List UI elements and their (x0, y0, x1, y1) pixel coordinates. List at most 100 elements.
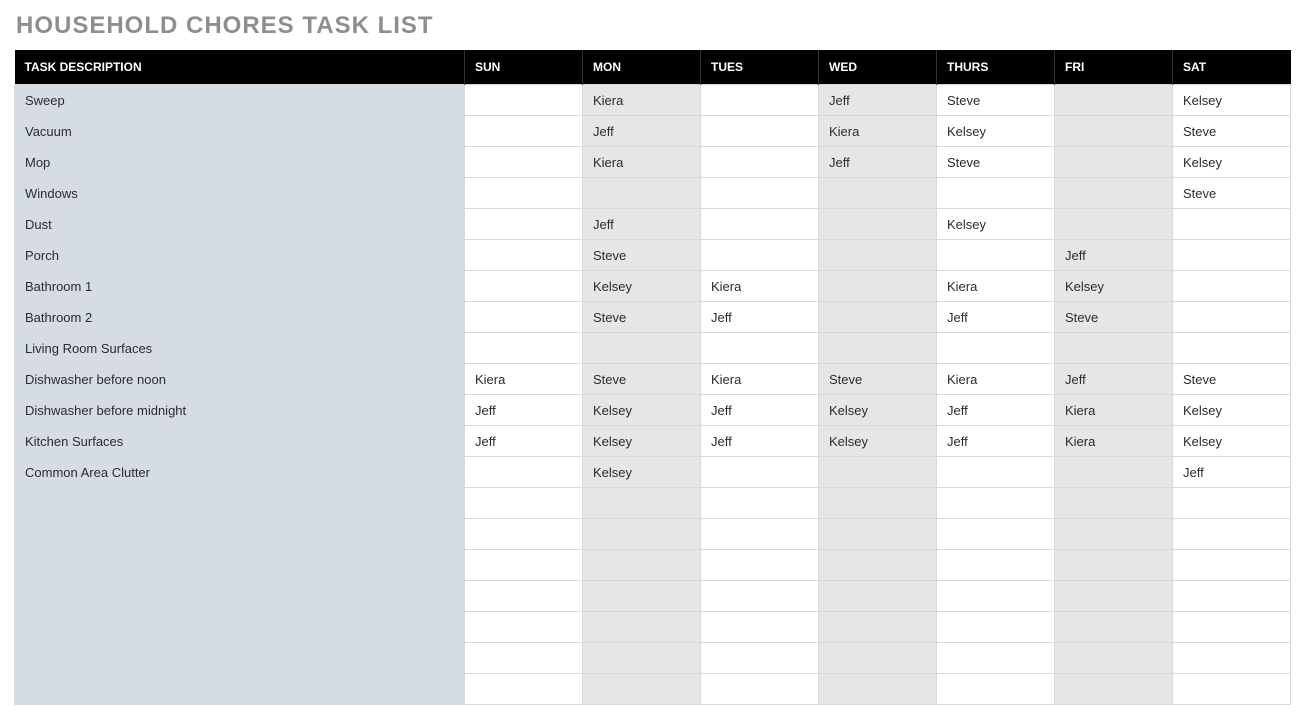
day-cell[interactable]: Kiera (701, 364, 819, 395)
day-cell[interactable] (1055, 333, 1173, 364)
day-cell[interactable] (465, 116, 583, 147)
day-cell[interactable] (701, 488, 819, 519)
day-cell[interactable] (1055, 550, 1173, 581)
day-cell[interactable] (465, 333, 583, 364)
day-cell[interactable] (701, 581, 819, 612)
day-cell[interactable] (1055, 488, 1173, 519)
day-cell[interactable] (819, 209, 937, 240)
day-cell[interactable] (465, 302, 583, 333)
day-cell[interactable] (1173, 581, 1291, 612)
day-cell[interactable]: Steve (1173, 116, 1291, 147)
day-cell[interactable]: Kelsey (583, 457, 701, 488)
day-cell[interactable]: Jeff (819, 147, 937, 178)
day-cell[interactable]: Kelsey (937, 116, 1055, 147)
day-cell[interactable] (701, 147, 819, 178)
day-cell[interactable] (1055, 116, 1173, 147)
task-cell[interactable] (15, 581, 465, 612)
day-cell[interactable]: Jeff (583, 116, 701, 147)
day-cell[interactable] (819, 488, 937, 519)
day-cell[interactable] (701, 550, 819, 581)
day-cell[interactable] (465, 550, 583, 581)
day-cell[interactable] (583, 519, 701, 550)
day-cell[interactable] (1173, 643, 1291, 674)
day-cell[interactable] (1055, 209, 1173, 240)
day-cell[interactable] (1055, 519, 1173, 550)
day-cell[interactable]: Kelsey (819, 426, 937, 457)
day-cell[interactable] (819, 643, 937, 674)
day-cell[interactable] (701, 85, 819, 116)
day-cell[interactable] (1173, 519, 1291, 550)
day-cell[interactable]: Kiera (1055, 426, 1173, 457)
day-cell[interactable] (937, 643, 1055, 674)
day-cell[interactable]: Kiera (701, 271, 819, 302)
day-cell[interactable] (1055, 643, 1173, 674)
task-cell[interactable]: Mop (15, 147, 465, 178)
day-cell[interactable] (465, 488, 583, 519)
day-cell[interactable] (583, 178, 701, 209)
day-cell[interactable] (819, 550, 937, 581)
day-cell[interactable] (1173, 240, 1291, 271)
day-cell[interactable]: Kelsey (1173, 147, 1291, 178)
day-cell[interactable]: Kiera (583, 85, 701, 116)
day-cell[interactable] (583, 333, 701, 364)
task-cell[interactable]: Bathroom 2 (15, 302, 465, 333)
day-cell[interactable]: Kiera (465, 364, 583, 395)
day-cell[interactable] (1055, 85, 1173, 116)
day-cell[interactable] (1173, 302, 1291, 333)
day-cell[interactable] (937, 612, 1055, 643)
day-cell[interactable] (465, 85, 583, 116)
task-cell[interactable]: Living Room Surfaces (15, 333, 465, 364)
day-cell[interactable] (937, 550, 1055, 581)
day-cell[interactable]: Kelsey (1173, 85, 1291, 116)
day-cell[interactable] (701, 612, 819, 643)
day-cell[interactable]: Kelsey (937, 209, 1055, 240)
day-cell[interactable]: Steve (583, 240, 701, 271)
day-cell[interactable] (937, 333, 1055, 364)
day-cell[interactable]: Steve (937, 85, 1055, 116)
day-cell[interactable] (1055, 612, 1173, 643)
day-cell[interactable]: Steve (1173, 364, 1291, 395)
day-cell[interactable] (819, 581, 937, 612)
day-cell[interactable] (819, 178, 937, 209)
day-cell[interactable] (465, 643, 583, 674)
day-cell[interactable]: Kelsey (583, 426, 701, 457)
task-cell[interactable]: Kitchen Surfaces (15, 426, 465, 457)
day-cell[interactable] (465, 178, 583, 209)
day-cell[interactable] (583, 612, 701, 643)
day-cell[interactable] (465, 271, 583, 302)
day-cell[interactable] (465, 612, 583, 643)
task-cell[interactable] (15, 519, 465, 550)
day-cell[interactable] (819, 240, 937, 271)
day-cell[interactable] (465, 240, 583, 271)
day-cell[interactable]: Jeff (701, 302, 819, 333)
day-cell[interactable]: Kiera (819, 116, 937, 147)
day-cell[interactable] (701, 178, 819, 209)
day-cell[interactable] (937, 178, 1055, 209)
day-cell[interactable] (819, 674, 937, 705)
task-cell[interactable]: Windows (15, 178, 465, 209)
day-cell[interactable] (1055, 674, 1173, 705)
day-cell[interactable] (465, 519, 583, 550)
day-cell[interactable]: Kelsey (1173, 395, 1291, 426)
task-cell[interactable]: Bathroom 1 (15, 271, 465, 302)
day-cell[interactable] (465, 581, 583, 612)
day-cell[interactable] (701, 116, 819, 147)
day-cell[interactable]: Jeff (583, 209, 701, 240)
day-cell[interactable] (1173, 333, 1291, 364)
task-cell[interactable]: Vacuum (15, 116, 465, 147)
day-cell[interactable] (819, 271, 937, 302)
day-cell[interactable] (1173, 612, 1291, 643)
day-cell[interactable] (701, 674, 819, 705)
day-cell[interactable] (583, 581, 701, 612)
day-cell[interactable]: Jeff (1055, 364, 1173, 395)
day-cell[interactable] (937, 457, 1055, 488)
day-cell[interactable] (701, 240, 819, 271)
day-cell[interactable] (701, 333, 819, 364)
day-cell[interactable]: Jeff (701, 426, 819, 457)
day-cell[interactable] (819, 302, 937, 333)
day-cell[interactable] (819, 612, 937, 643)
day-cell[interactable]: Kelsey (1173, 426, 1291, 457)
day-cell[interactable] (465, 147, 583, 178)
day-cell[interactable]: Kelsey (583, 271, 701, 302)
day-cell[interactable]: Steve (937, 147, 1055, 178)
